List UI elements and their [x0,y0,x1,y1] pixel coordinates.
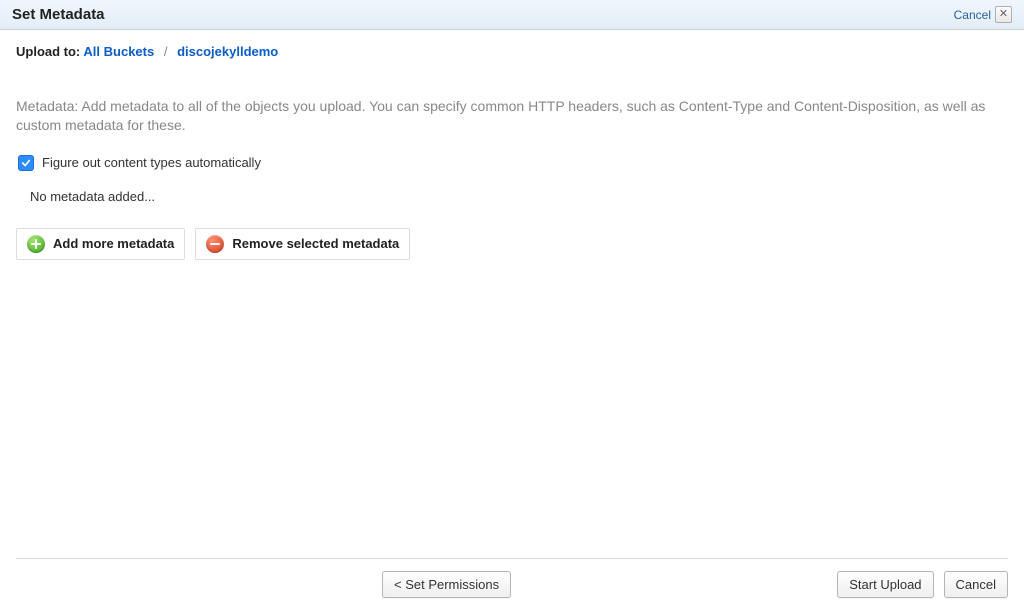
plus-icon [27,235,45,253]
breadcrumb-link-bucket[interactable]: discojekylldemo [177,44,278,59]
dialog-footer: < Set Permissions Start Upload Cancel [16,558,1008,598]
breadcrumb-separator: / [158,44,174,59]
add-metadata-label: Add more metadata [53,236,174,251]
dialog-title: Set Metadata [12,6,105,23]
back-button[interactable]: < Set Permissions [382,571,511,598]
add-metadata-button[interactable]: Add more metadata [16,228,185,260]
breadcrumb-prefix: Upload to: [16,44,80,59]
check-icon [21,158,31,168]
metadata-description: Metadata: Add metadata to all of the obj… [16,97,1006,135]
start-upload-button[interactable]: Start Upload [837,571,933,598]
no-metadata-text: No metadata added... [16,189,1008,204]
breadcrumb-link-all-buckets[interactable]: All Buckets [83,44,154,59]
remove-metadata-label: Remove selected metadata [232,236,399,251]
footer-left: < Set Permissions [382,571,511,598]
metadata-actions: Add more metadata Remove selected metada… [16,228,1008,260]
header-right: Cancel ✕ [954,6,1012,23]
close-icon[interactable]: ✕ [995,6,1012,23]
auto-content-type-checkbox[interactable] [18,155,34,171]
cancel-button[interactable]: Cancel [944,571,1008,598]
breadcrumb: Upload to: All Buckets / discojekylldemo [16,44,1008,59]
auto-content-type-row: Figure out content types automatically [16,155,1008,171]
minus-icon [206,235,224,253]
dialog-header: Set Metadata Cancel ✕ [0,0,1024,30]
remove-metadata-button[interactable]: Remove selected metadata [195,228,410,260]
auto-content-type-label: Figure out content types automatically [42,155,261,170]
dialog-content: Upload to: All Buckets / discojekylldemo… [0,30,1024,274]
cancel-link[interactable]: Cancel [954,8,991,22]
